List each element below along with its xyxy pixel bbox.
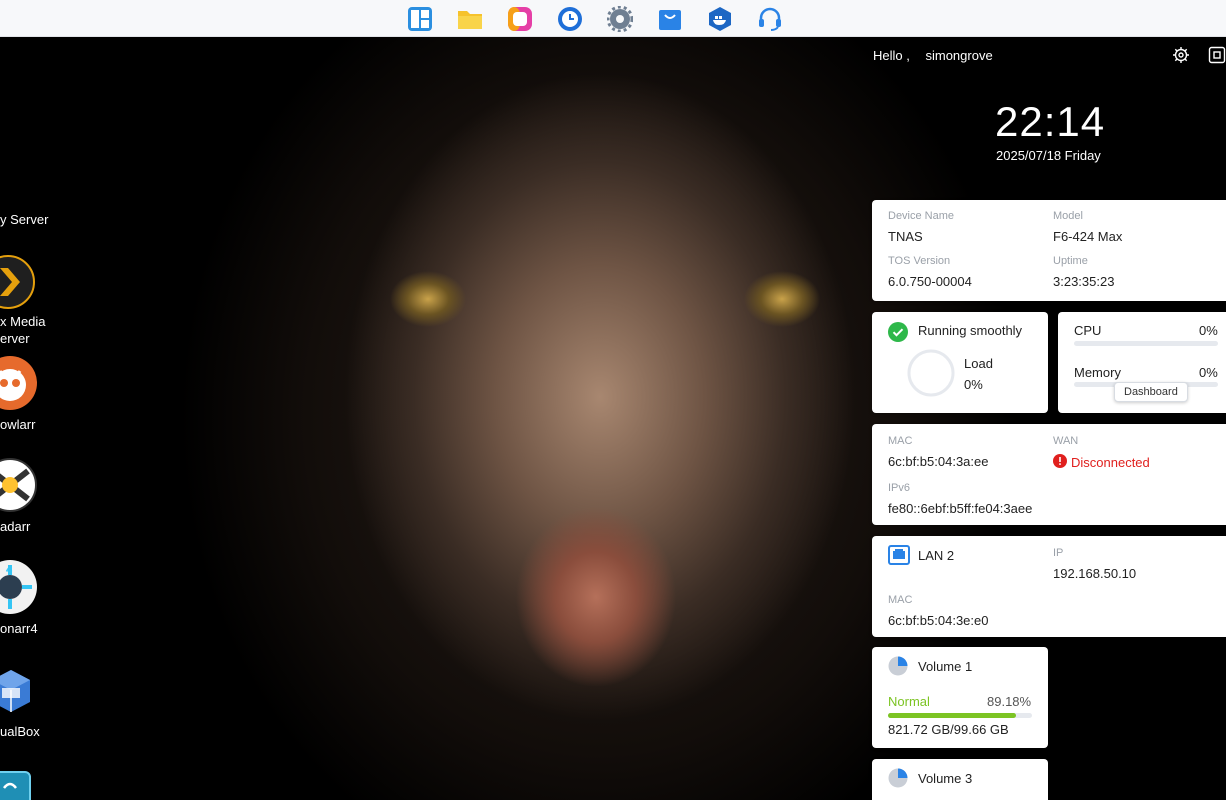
settings-gear-icon[interactable] bbox=[606, 5, 634, 33]
mac-label: MAC bbox=[888, 435, 913, 447]
desktop-app-label[interactable]: onarr4 bbox=[0, 620, 38, 637]
volume-name: Volume 3 bbox=[918, 771, 973, 786]
volume-usage: 821.72 GB/99.66 GB bbox=[888, 722, 1009, 737]
desktop-app-label[interactable]: owlarr bbox=[0, 416, 35, 433]
desktop-app-label[interactable]: adarr bbox=[0, 518, 30, 535]
memory-value: 0% bbox=[1199, 365, 1218, 380]
uptime-label: Uptime bbox=[1053, 255, 1088, 267]
check-icon bbox=[888, 322, 908, 342]
volume-pie-icon bbox=[888, 768, 908, 788]
mac-value: 6c:bf:b5:04:3a:ee bbox=[888, 454, 989, 469]
top-dock bbox=[0, 0, 1226, 37]
wan-status: Disconnected bbox=[1071, 455, 1150, 470]
plex-icon[interactable] bbox=[0, 254, 36, 315]
volume-status: Normal bbox=[888, 694, 930, 709]
device-name: TNAS bbox=[888, 229, 923, 244]
greeting-text: Hello , bbox=[873, 48, 910, 63]
ethernet-icon bbox=[888, 545, 910, 565]
model-label: Model bbox=[1053, 210, 1083, 222]
desktop-app-label[interactable]: y Server bbox=[0, 211, 48, 228]
ipv6-label: IPv6 bbox=[888, 482, 911, 494]
volume-usage-bar-fill bbox=[888, 713, 1017, 718]
greeting: Hello , simongrove bbox=[873, 48, 1005, 63]
ip-value: 192.168.50.10 bbox=[1053, 566, 1137, 581]
cpu-bar bbox=[1074, 341, 1218, 346]
desktop-app-label[interactable]: x Media bbox=[0, 313, 46, 330]
device-info-card[interactable]: Device Name TNAS Model F6-424 Max TOS Ve… bbox=[872, 200, 1226, 301]
prowlarr-icon[interactable] bbox=[0, 355, 38, 416]
volume-percent: 89.18% bbox=[987, 694, 1032, 709]
radarr-icon[interactable] bbox=[0, 457, 38, 518]
uptime: 3:23:35:23 bbox=[1053, 274, 1115, 289]
health-card[interactable]: Running smoothly Load 0% bbox=[872, 312, 1048, 413]
wan-label: WAN bbox=[1053, 435, 1079, 447]
ipv6-value: fe80::6ebf:b5ff:fe04:3aee bbox=[888, 501, 1033, 516]
tos-version: 6.0.750-00004 bbox=[888, 274, 972, 289]
file-manager-icon[interactable] bbox=[456, 5, 484, 33]
load-ring bbox=[907, 349, 955, 397]
ip-label: IP bbox=[1053, 547, 1064, 559]
memory-label: Memory bbox=[1074, 365, 1121, 380]
device-name-label: Device Name bbox=[888, 210, 955, 222]
lan-mac-label: MAC bbox=[888, 594, 913, 606]
sonarr-icon[interactable]: 4 bbox=[0, 559, 38, 620]
model: F6-424 Max bbox=[1053, 229, 1123, 244]
clock-time: 22:14 bbox=[995, 98, 1106, 145]
volume-name: Volume 1 bbox=[918, 659, 973, 674]
desktop-app-label[interactable]: erver bbox=[0, 330, 30, 347]
load-value: 0% bbox=[964, 377, 983, 392]
volume-card[interactable]: Volume 3 bbox=[872, 759, 1048, 800]
load-label: Load bbox=[964, 356, 993, 371]
cpu-value: 0% bbox=[1199, 323, 1218, 338]
network-card[interactable]: MAC 6c:bf:b5:04:3a:ee WAN Disconnected I… bbox=[872, 424, 1226, 525]
docker-whale-icon[interactable] bbox=[706, 5, 734, 33]
lan-mac-value: 6c:bf:b5:04:3e:e0 bbox=[888, 613, 989, 628]
settings-icon[interactable] bbox=[1172, 46, 1190, 64]
fullscreen-icon[interactable] bbox=[1208, 46, 1226, 64]
dashboard-tooltip: Dashboard bbox=[1114, 382, 1188, 402]
desktop-app-label[interactable]: ualBox bbox=[0, 723, 40, 740]
support-headset-icon[interactable] bbox=[756, 5, 784, 33]
tstore-bag-icon[interactable] bbox=[656, 5, 684, 33]
virtualbox-icon[interactable] bbox=[0, 668, 32, 719]
lan-name: LAN 2 bbox=[918, 548, 955, 563]
control-grid-icon[interactable] bbox=[406, 5, 434, 33]
volume-card[interactable]: Volume 1 Normal 89.18% 821.72 GB/99.66 G… bbox=[872, 647, 1048, 748]
svg-text:4: 4 bbox=[6, 564, 13, 576]
volume-usage-bar bbox=[888, 713, 1032, 718]
error-icon bbox=[1053, 454, 1067, 468]
volume-pie-icon bbox=[888, 656, 908, 676]
app-center-icon[interactable] bbox=[506, 5, 534, 33]
health-status: Running smoothly bbox=[918, 323, 1023, 338]
tos-version-label: TOS Version bbox=[888, 255, 951, 267]
app-partial-icon[interactable] bbox=[0, 770, 32, 800]
lan-card[interactable]: LAN 2 IP 192.168.50.10 MAC 6c:bf:b5:04:3… bbox=[872, 536, 1226, 637]
username: simongrove bbox=[925, 48, 993, 63]
cpu-label: CPU bbox=[1074, 323, 1102, 338]
backup-clock-icon[interactable] bbox=[556, 5, 584, 33]
clock-date: 2025/07/18 Friday bbox=[996, 148, 1101, 163]
